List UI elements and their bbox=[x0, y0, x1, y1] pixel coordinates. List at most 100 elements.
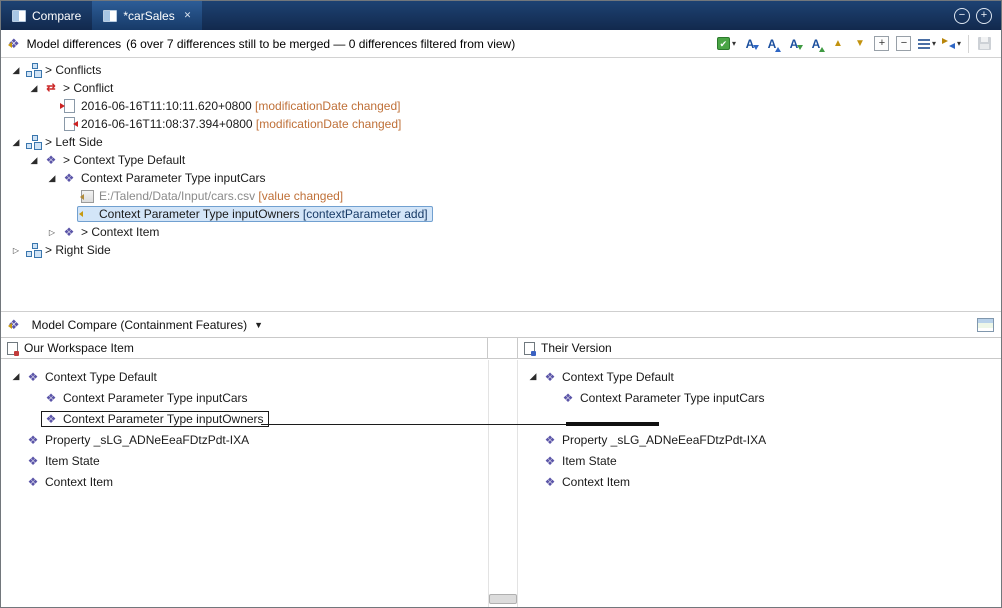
letter-a-icon: A bbox=[768, 37, 777, 51]
tree-row[interactable]: ❖Property _sLG_ADNeEeaFDtzPdt-IXA bbox=[518, 429, 1001, 450]
tree-row[interactable]: ❖Item State bbox=[1, 450, 488, 471]
tree-row[interactable]: 2016-06-16T11:10:11.620+0800 [modificati… bbox=[1, 97, 1001, 115]
their-version-header: Their Version bbox=[518, 338, 1001, 358]
tree-row[interactable]: Context Parameter Type inputOwners [cont… bbox=[1, 205, 1001, 223]
model-compare-title: Model Compare (Containment Features) bbox=[32, 318, 247, 332]
diamond-icon: ❖ bbox=[542, 475, 558, 489]
editor-tab-bar: Compare *carSales ✕ − + bbox=[1, 1, 1001, 30]
expand-all-button[interactable]: + bbox=[872, 33, 892, 55]
expander-open-icon[interactable]: ◢ bbox=[9, 371, 23, 382]
diamond-icon: ❖ bbox=[43, 153, 59, 167]
diamond-icon: ❖ bbox=[25, 454, 41, 468]
compare-body: ◢❖Context Type Default❖Context Parameter… bbox=[1, 360, 1001, 607]
tree-row[interactable]: ◢❖Context Parameter Type inputCars bbox=[1, 169, 1001, 187]
tree-group-icon bbox=[25, 135, 41, 149]
expander-open-icon[interactable]: ◢ bbox=[45, 173, 59, 184]
group-differences-dropdown-button[interactable]: ▾ bbox=[916, 33, 938, 55]
expander-open-icon[interactable]: ◢ bbox=[27, 155, 41, 166]
expander-open-icon[interactable]: ◢ bbox=[9, 65, 23, 76]
item-content: ❖Context Parameter Type inputCars bbox=[59, 170, 271, 186]
grid-view-button[interactable] bbox=[977, 318, 994, 332]
compare-column-headers: Our Workspace Item Their Version bbox=[1, 337, 1001, 359]
item-content: ❖Property _sLG_ADNeEeaFDtzPdt-IXA bbox=[540, 432, 771, 448]
item-label: Context Item bbox=[562, 475, 630, 489]
tab-compare[interactable]: Compare bbox=[1, 1, 92, 30]
expander-open-icon[interactable]: ◢ bbox=[9, 137, 23, 148]
collapse-all-button[interactable]: − bbox=[894, 33, 914, 55]
item-label: > Context Item bbox=[81, 225, 159, 239]
item-content: ❖Context Parameter Type inputCars bbox=[41, 390, 253, 406]
item-content: ❖Item State bbox=[540, 453, 622, 469]
tree-row[interactable]: 2016-06-16T11:08:37.394+0800 [modificati… bbox=[1, 115, 1001, 133]
item-label: > Context Type Default bbox=[63, 153, 185, 167]
item-content: 2016-06-16T11:08:37.394+0800 [modificati… bbox=[59, 116, 406, 132]
tree-row[interactable]: ◢❖Context Type Default bbox=[1, 366, 488, 387]
tree-row[interactable]: ◢❖ > Context Type Default bbox=[1, 151, 1001, 169]
change-annotation: [contextParameter add] bbox=[300, 207, 428, 221]
copy-current-change-right-to-left-button[interactable]: A bbox=[762, 33, 782, 55]
toolbar-separator bbox=[968, 35, 969, 53]
item-content: ❖Item State bbox=[23, 453, 105, 469]
item-label: Property _sLG_ADNeEeaFDtzPdt-IXA bbox=[45, 433, 249, 447]
letter-a-icon: A bbox=[790, 37, 799, 51]
tree-row[interactable]: ❖Context Parameter Type inputCars bbox=[518, 387, 1001, 408]
model-differences-tree: ◢> Conflicts◢⇄> Conflict2016-06-16T11:10… bbox=[1, 59, 1001, 307]
letter-a-icon: A bbox=[746, 37, 755, 51]
tree-row[interactable]: ▷> Right Side bbox=[1, 241, 1001, 259]
tree-row[interactable]: ◢> Left Side bbox=[1, 133, 1001, 151]
expander-closed-icon[interactable]: ▷ bbox=[45, 228, 59, 237]
copy-current-change-left-to-right-button[interactable]: A bbox=[740, 33, 760, 55]
tab-carsales[interactable]: *carSales ✕ bbox=[92, 1, 202, 30]
minimize-view-button[interactable]: − bbox=[954, 8, 970, 24]
diamond-icon: ❖ bbox=[542, 370, 558, 384]
tree-row[interactable]: ◢❖Context Type Default bbox=[518, 366, 1001, 387]
tree-row[interactable]: ▷❖> Context Item bbox=[1, 223, 1001, 241]
tree-row[interactable]: ❖Context Parameter Type inputCars bbox=[1, 387, 488, 408]
tree-row[interactable]: ❖Property _sLG_ADNeEeaFDtzPdt-IXA bbox=[1, 429, 488, 450]
expander-closed-icon[interactable]: ▷ bbox=[9, 246, 23, 255]
diamond-icon: ❖ bbox=[542, 433, 558, 447]
compare-editor-icon bbox=[103, 10, 117, 22]
tree-row[interactable]: E:/Talend/Data/Input/cars.csv [value cha… bbox=[1, 187, 1001, 205]
center-connector-strip bbox=[488, 360, 518, 607]
check-dropdown-button[interactable]: ✔ ▾ bbox=[715, 33, 738, 55]
group-differences-icon bbox=[918, 39, 930, 49]
view-window-buttons: − + bbox=[954, 1, 1001, 30]
center-scrollbar-thumb[interactable] bbox=[489, 594, 517, 604]
left-column-title: Our Workspace Item bbox=[24, 341, 134, 355]
previous-difference-button[interactable]: ▲ bbox=[828, 33, 848, 55]
item-label: Context Parameter Type inputCars bbox=[81, 171, 266, 185]
tab-label: Compare bbox=[32, 9, 81, 23]
tree-row[interactable]: ❖Item State bbox=[518, 450, 1001, 471]
filter-differences-dropdown-button[interactable]: ▾ bbox=[940, 33, 963, 55]
expander-open-icon[interactable]: ◢ bbox=[27, 83, 41, 94]
tree-row[interactable]: ◢> Conflicts bbox=[1, 61, 1001, 79]
resource-left-icon bbox=[61, 99, 77, 113]
diamond-icon: ❖ bbox=[25, 370, 41, 384]
their-version-tree: ◢❖Context Type Default❖Context Parameter… bbox=[518, 366, 1001, 492]
resource-right-icon bbox=[61, 117, 77, 131]
item-content: > Right Side bbox=[23, 242, 116, 258]
matched-item: ❖Context Parameter Type inputOwners bbox=[41, 411, 269, 427]
copy-all-changes-left-to-right-button[interactable]: A bbox=[784, 33, 804, 55]
tree-row[interactable]: ❖Context Parameter Type inputOwners bbox=[1, 408, 488, 429]
save-button[interactable] bbox=[974, 33, 994, 55]
right-column-title: Their Version bbox=[541, 341, 612, 355]
compare-mode-dropdown-icon[interactable]: ▼ bbox=[254, 320, 263, 330]
expand-all-icon: + bbox=[874, 36, 889, 51]
tree-row[interactable]: ❖Context Item bbox=[1, 471, 488, 492]
item-label: E:/Talend/Data/Input/cars.csv bbox=[99, 189, 255, 203]
expander-open-icon[interactable]: ◢ bbox=[526, 371, 540, 382]
letter-a-icon: A bbox=[812, 37, 821, 51]
insertion-point-marker bbox=[566, 422, 659, 426]
next-difference-button[interactable]: ▼ bbox=[850, 33, 870, 55]
maximize-view-button[interactable]: + bbox=[976, 8, 992, 24]
model-differences-toolbar: ❖ Model differences (6 over 7 difference… bbox=[1, 30, 1001, 58]
close-tab-icon[interactable]: ✕ bbox=[184, 10, 192, 21]
dropdown-arrow-icon: ▾ bbox=[932, 39, 936, 48]
tree-row[interactable]: ❖ Context Item bbox=[518, 471, 1001, 492]
conflict-icon: ⇄ bbox=[43, 81, 59, 95]
item-label: Context Parameter Type inputCars bbox=[63, 391, 248, 405]
tree-row[interactable]: ◢⇄> Conflict bbox=[1, 79, 1001, 97]
copy-all-changes-right-to-left-button[interactable]: A bbox=[806, 33, 826, 55]
